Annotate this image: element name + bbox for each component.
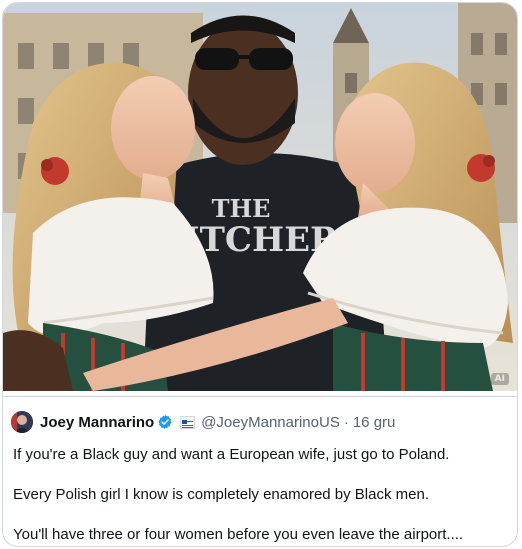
quoted-post-card[interactable]: THE ITCHER AI Joey Mannarino @JoeyMannar… xyxy=(2,2,518,547)
post-paragraph: If you're a Black guy and want a Europea… xyxy=(13,446,450,463)
post-image[interactable]: THE ITCHER AI xyxy=(3,3,517,391)
image-watermark: AI xyxy=(490,373,509,385)
quoted-post-header: Joey Mannarino @JoeyMannarinoUS · 16 gru xyxy=(11,409,503,435)
post-paragraph: Every Polish girl I know is completely e… xyxy=(13,486,430,503)
avatar[interactable] xyxy=(11,411,33,433)
author-handle[interactable]: @JoeyMannarinoUS xyxy=(201,414,340,431)
separator-dot: · xyxy=(343,413,349,431)
shirt-text-line1: THE xyxy=(212,194,271,223)
affiliate-flag-icon xyxy=(180,415,196,429)
post-paragraph: You'll have three or four women before y… xyxy=(13,526,464,543)
quoted-post-text: If you're a Black guy and want a Europea… xyxy=(13,445,503,545)
photo-illustration: THE ITCHER xyxy=(3,3,517,391)
quoted-post[interactable]: Joey Mannarino @JoeyMannarinoUS · 16 gru… xyxy=(3,396,517,546)
verified-badge-icon xyxy=(158,415,172,429)
avatar-image xyxy=(11,411,33,433)
post-timestamp[interactable]: 16 gru xyxy=(353,414,396,431)
author-name[interactable]: Joey Mannarino xyxy=(40,414,154,431)
